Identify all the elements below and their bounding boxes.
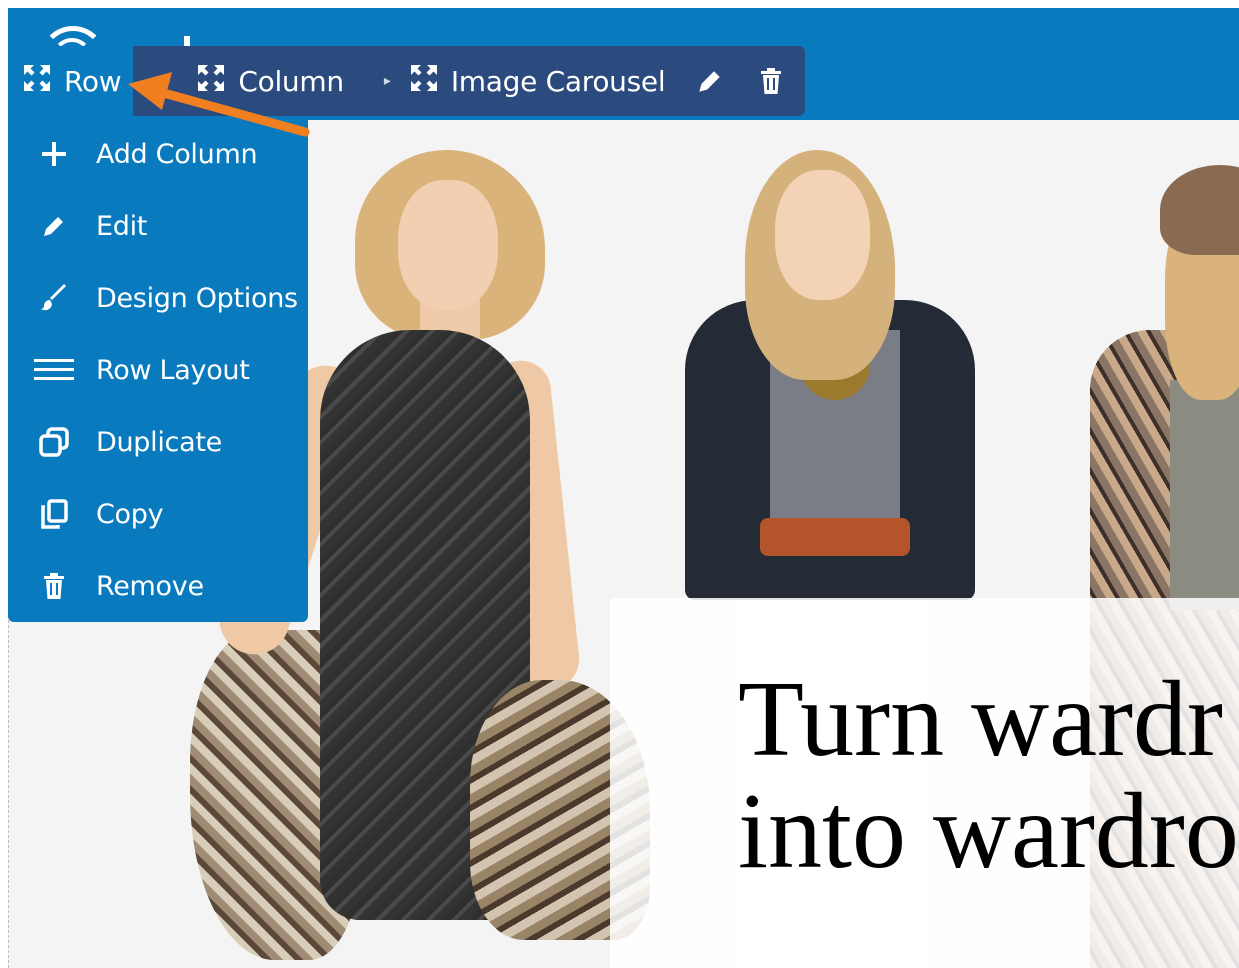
paintbrush-icon — [26, 278, 82, 318]
breadcrumb-item-image-carousel[interactable]: Image Carousel — [409, 63, 666, 100]
breadcrumb-row[interactable]: Row — [8, 46, 136, 116]
menu-item-label: Remove — [96, 570, 204, 602]
menu-item-copy[interactable]: Copy — [8, 486, 308, 542]
hero-headline-line1: Turn wardr — [738, 660, 1223, 779]
menu-item-add-column[interactable]: Add Column — [8, 126, 308, 182]
menu-item-remove[interactable]: Remove — [8, 558, 308, 614]
pencil-icon[interactable] — [697, 68, 723, 94]
menu-item-label: Design Options — [96, 282, 298, 314]
breadcrumb-item-column[interactable]: Column — [196, 63, 344, 100]
row-controls-menu: Add Column Edit Design Options Row Layou… — [8, 116, 308, 622]
menu-item-edit[interactable]: Edit — [8, 198, 308, 254]
menu-item-duplicate[interactable]: Duplicate — [8, 414, 308, 470]
chevron-right-icon: ▸ — [163, 73, 171, 89]
trash-icon — [26, 566, 82, 606]
menu-item-label: Row Layout — [96, 354, 250, 386]
menu-item-label: Duplicate — [96, 426, 222, 458]
hero-headline: Turn wardr into wardro — [738, 664, 1239, 888]
breadcrumb-item-row[interactable]: Row — [22, 63, 122, 100]
move-arrows-icon[interactable] — [196, 63, 226, 100]
breadcrumb-rest: ▸ Column ▸ Image Carousel — [133, 46, 806, 116]
menu-item-design-options[interactable]: Design Options — [8, 270, 308, 326]
menu-item-row-layout[interactable]: Row Layout — [8, 342, 308, 398]
chevron-right-icon: ▸ — [383, 73, 391, 89]
element-breadcrumb-toolbar: Row ▸ Column ▸ Image Carousel — [8, 46, 806, 116]
move-arrows-icon[interactable] — [22, 63, 52, 100]
plus-icon — [26, 134, 82, 174]
breadcrumb-label: Image Carousel — [450, 64, 666, 98]
menu-item-label: Edit — [96, 210, 148, 242]
breadcrumb-label: Row — [64, 64, 122, 98]
pencil-icon — [26, 206, 82, 246]
move-arrows-icon[interactable] — [409, 63, 439, 100]
menu-item-label: Copy — [96, 498, 164, 530]
copy-icon — [26, 494, 82, 534]
duplicate-icon — [26, 422, 82, 462]
trash-icon[interactable] — [759, 67, 783, 95]
layout-lines-icon — [26, 350, 82, 390]
hero-headline-line2: into wardro — [738, 772, 1239, 891]
breadcrumb-label: Column — [238, 64, 344, 98]
menu-item-label: Add Column — [96, 138, 258, 170]
